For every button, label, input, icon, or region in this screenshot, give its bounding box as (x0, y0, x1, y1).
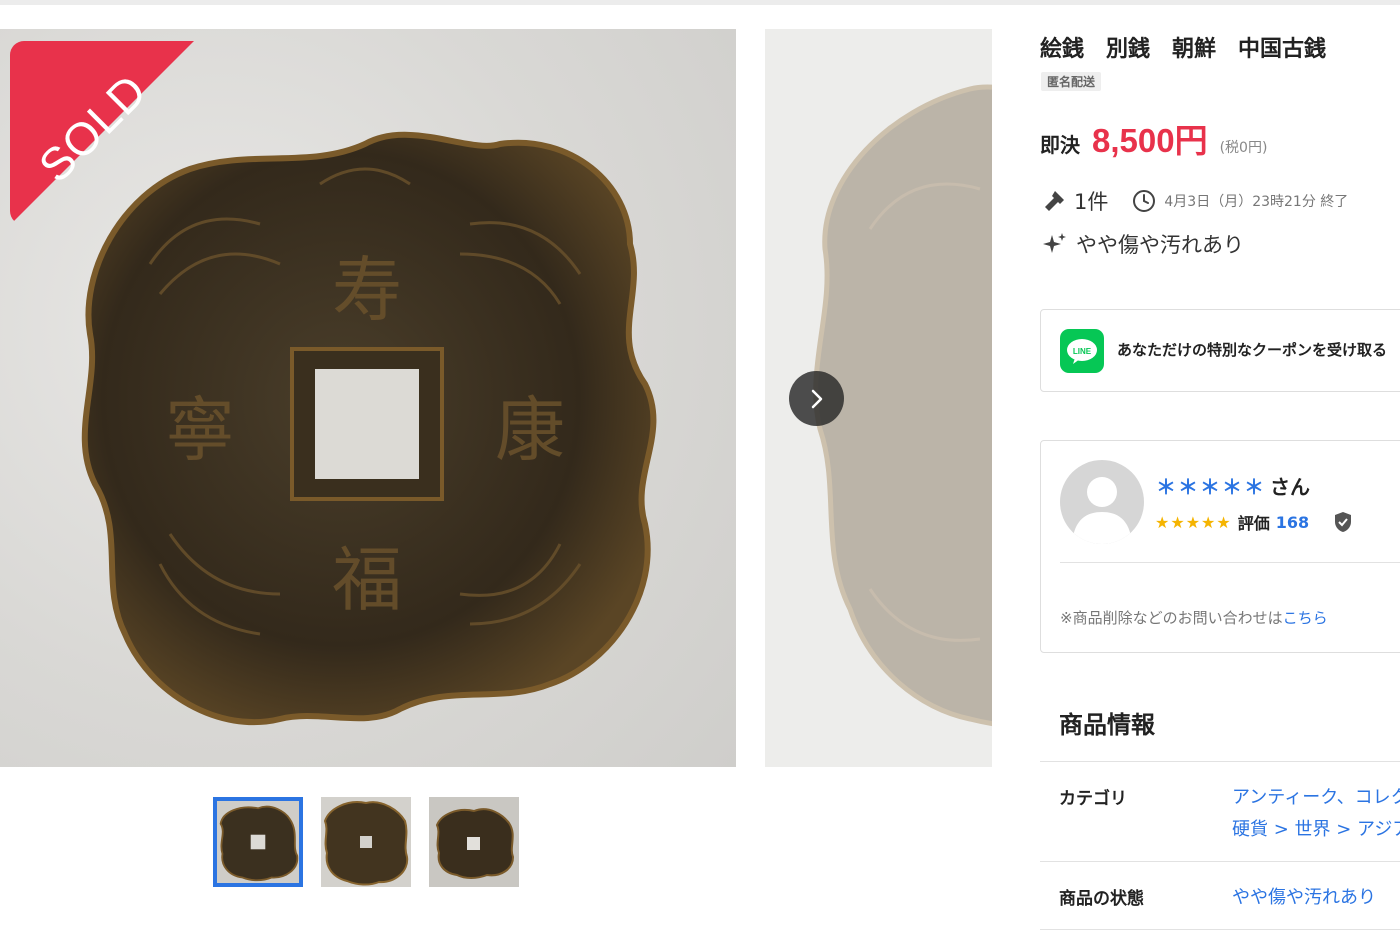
rating-star-icon: ★ (1170, 512, 1185, 532)
thumbnail-image (321, 797, 411, 887)
user-placeholder-icon (1072, 477, 1132, 544)
end-time: 4月3日（月）23時21分 終了 (1164, 194, 1349, 210)
top-divider (0, 0, 1400, 5)
line-coupon-banner[interactable]: LINE あなただけの特別なクーポンを受け取る (1040, 309, 1400, 392)
condition-text: やや傷や汚れあり (1076, 233, 1244, 257)
next-image-button[interactable] (789, 371, 844, 426)
anonymous-shipping-tag: 匿名配送 (1041, 72, 1102, 91)
rating-star-icon: ★ (1185, 512, 1201, 532)
auction-meta-row: 1件 4月3日（月）23時21分 終了 (1042, 186, 1348, 216)
sparkle-icon (1043, 233, 1066, 253)
product-title: 絵銭 別銭 朝鮮 中国古銭 (1040, 37, 1327, 62)
seller-name-suffix: さん (1270, 475, 1310, 499)
report-prefix: ※商品削除などのお問い合わせは (1060, 609, 1283, 627)
rating-label: 評価 (1237, 514, 1270, 533)
info-divider (1040, 929, 1400, 930)
price-value: 8,500円 (1092, 122, 1208, 159)
seller-name[interactable]: ＊＊＊＊＊ さん (1156, 471, 1310, 500)
info-divider (1040, 861, 1400, 862)
chevron-right-icon (811, 389, 822, 408)
info-divider (1040, 761, 1400, 762)
report-link[interactable]: こちら (1283, 609, 1328, 627)
svg-text:寧: 寧 (165, 389, 235, 471)
rating-star-icon: ★ (1216, 512, 1231, 532)
report-text: ※商品削除などのお問い合わせはこちら (1060, 607, 1328, 628)
shield-check-icon (1335, 512, 1352, 532)
condition-link[interactable]: やや傷や汚れあり (1232, 883, 1376, 909)
condition-row: やや傷や汚れあり (1042, 229, 1244, 259)
rating-count-link[interactable]: 168 (1276, 513, 1309, 532)
price-row: 即決 8,500円 (税0円) (1040, 114, 1267, 162)
sold-ribbon: SOLD (10, 41, 194, 225)
seller-masked-name[interactable]: ＊＊＊＊＊ (1156, 475, 1266, 499)
thumbnail-3[interactable] (429, 797, 519, 887)
category-link-1[interactable]: アンティーク、コレクション (1232, 783, 1400, 809)
line-coupon-text: あなただけの特別なクーポンを受け取る (1117, 341, 1388, 359)
seller-divider (1060, 562, 1400, 563)
seller-rating-row: ★ ★ ★ ★ ★ 評価 168 (1155, 510, 1353, 534)
line-logo-text: LINE (1073, 347, 1092, 356)
category-label: カテゴリ (1059, 789, 1127, 809)
condition-label: 商品の状態 (1059, 889, 1144, 909)
line-logo-icon: LINE (1060, 329, 1104, 373)
svg-text:康: 康 (495, 389, 565, 471)
thumbnail-image (429, 797, 519, 887)
thumbnail-2[interactable] (321, 797, 411, 887)
tax-note: (税0円) (1219, 140, 1268, 156)
svg-text:福: 福 (332, 539, 402, 621)
product-info-heading: 商品情報 (1059, 711, 1155, 739)
thumbnail-1[interactable] (213, 797, 303, 887)
bid-count: 1件 (1074, 190, 1109, 214)
rating-star-icon: ★ (1155, 512, 1170, 532)
rating-star-icon: ★ (1201, 512, 1216, 532)
seller-card: ＊＊＊＊＊ さん ★ ★ ★ ★ ★ 評価 168 ※商品削除などのお問い合わせは… (1040, 440, 1400, 653)
clock-icon (1133, 190, 1156, 212)
gavel-icon (1045, 191, 1064, 211)
category-link-2[interactable]: 硬貨 > 世界 > アジア (1232, 815, 1400, 841)
svg-text:寿: 寿 (332, 249, 402, 331)
seller-avatar[interactable] (1060, 460, 1144, 544)
price-label: 即決 (1040, 133, 1080, 157)
thumbnail-image (217, 801, 299, 883)
